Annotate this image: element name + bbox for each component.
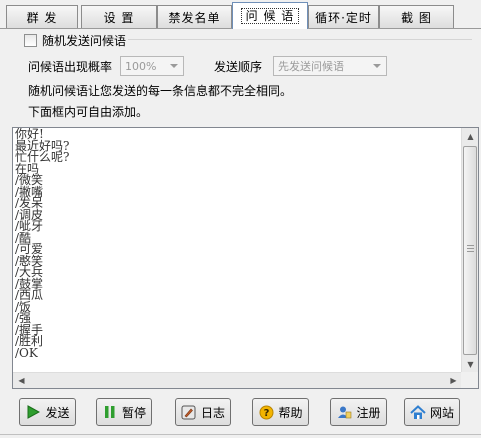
greeting-line: 你好! — [15, 128, 44, 141]
group-divider — [128, 39, 472, 40]
tab-greetings[interactable]: 问 候 语 — [232, 2, 308, 29]
scroll-left-icon[interactable]: ◀ — [13, 373, 30, 388]
scrollbar-corner — [461, 372, 478, 388]
log-button[interactable]: 日志 — [175, 398, 231, 426]
greeting-line: 最近好吗? — [15, 138, 70, 153]
greeting-line: /胜利 — [15, 334, 44, 348]
greeting-line: /西瓜 — [15, 288, 44, 302]
random-greeting-checkbox-row[interactable]: 随机发送问候语 — [24, 32, 126, 49]
random-greeting-checkbox[interactable] — [24, 34, 37, 47]
greetings-list[interactable]: 你好! 最近好吗? 忙什么呢? 在吗/微笑/撇嘴/发呆/调皮/呲牙/酷/可爱/憨笑/大… — [13, 128, 462, 373]
greeting-line: /饭 — [15, 299, 32, 314]
tab-mass-send[interactable]: 群 发 — [6, 5, 78, 29]
tab-bar: 群 发 设 置 禁发名单 问 候 语 循环·定时 截 图 — [0, 0, 481, 30]
greeting-line: /呲牙 — [15, 219, 44, 233]
svg-text:?: ? — [264, 408, 270, 419]
tab-blocklist[interactable]: 禁发名单 — [157, 5, 232, 29]
action-bar: 发送 暂停 日志 ? 帮助 注册 网站 — [0, 398, 481, 430]
greeting-line: /调皮 — [15, 207, 44, 222]
greeting-line: /OK — [15, 345, 38, 360]
pause-button[interactable]: 暂停 — [96, 398, 152, 426]
scroll-up-icon[interactable]: ▲ — [462, 128, 479, 145]
register-icon — [336, 404, 352, 420]
greeting-line: /撇嘴 — [15, 184, 44, 199]
greeting-line: 在吗 — [15, 161, 40, 176]
greeting-line: /酷 — [15, 230, 32, 245]
pause-icon — [102, 404, 118, 420]
greeting-line: /憨笑 — [15, 253, 44, 268]
register-button[interactable]: 注册 — [330, 398, 387, 426]
chevron-down-icon — [371, 60, 383, 72]
scroll-right-icon[interactable]: ▶ — [445, 373, 462, 388]
greeting-line: /鼓掌 — [15, 276, 44, 291]
greeting-line: /握手 — [15, 322, 44, 337]
info-text-1: 随机问候语让您发送的每一条信息都不完全相同。 — [28, 84, 293, 98]
greetings-textarea[interactable]: 你好! 最近好吗? 忙什么呢? 在吗/微笑/撇嘴/发呆/调皮/呲牙/酷/可爱/憨笑/大… — [12, 127, 479, 389]
tab-loop-timer[interactable]: 循环·定时 — [308, 5, 379, 29]
probability-select[interactable]: 100% — [120, 56, 184, 76]
greeting-line: /微笑 — [15, 173, 44, 187]
send-button[interactable]: 发送 — [19, 398, 76, 426]
tab-settings[interactable]: 设 置 — [81, 5, 157, 29]
greeting-line: /强 — [15, 311, 32, 325]
greeting-line: /大兵 — [15, 265, 44, 279]
greeting-line: 忙什么呢? — [15, 150, 70, 164]
greeting-line: /可爱 — [15, 242, 44, 256]
send-order-label: 发送顺序 — [214, 60, 263, 74]
website-button[interactable]: 网站 — [404, 398, 460, 426]
info-text-2: 下面框内可自由添加。 — [28, 105, 149, 119]
send-order-select[interactable]: 先发送问候语 — [273, 56, 387, 76]
vertical-scrollbar[interactable]: ▲ ▼ — [461, 128, 478, 373]
play-icon — [25, 404, 41, 420]
chevron-down-icon — [168, 60, 180, 72]
tab-screenshot[interactable]: 截 图 — [379, 5, 454, 29]
scroll-down-icon[interactable]: ▼ — [462, 356, 479, 373]
random-greeting-label: 随机发送问候语 — [42, 34, 127, 48]
home-icon — [410, 404, 426, 420]
bottom-divider — [0, 434, 481, 435]
scrollbar-thumb[interactable] — [463, 146, 477, 355]
help-button[interactable]: ? 帮助 — [252, 398, 309, 426]
probability-label: 问候语出现概率 — [28, 60, 113, 74]
horizontal-scrollbar[interactable]: ◀ ▶ — [13, 372, 462, 388]
help-icon: ? — [258, 404, 274, 420]
log-icon — [181, 404, 197, 420]
greeting-line: /发呆 — [15, 196, 44, 210]
